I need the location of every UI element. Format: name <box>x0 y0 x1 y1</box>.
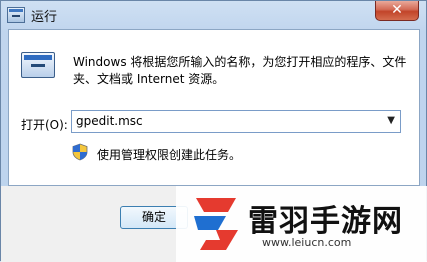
brand-logo-icon <box>194 198 238 250</box>
open-label: 打开(O): <box>21 118 68 132</box>
brand-url: www.leiucn.com <box>262 236 352 249</box>
site-watermark: 雷羽手游网 www.leiucn.com <box>176 186 427 262</box>
open-input-value[interactable]: gpedit.msc <box>76 114 143 128</box>
uac-shield-icon <box>72 143 88 161</box>
brand-name: 雷羽手游网 <box>248 204 403 239</box>
open-combobox[interactable]: gpedit.msc ▼ <box>71 110 401 133</box>
admin-privilege-note: 使用管理权限创建此任务。 <box>97 148 242 162</box>
run-dialog: 运行 ✕ Windows 将根据您所输入的名称，为您打开相应的程序、文件夹、文档… <box>0 0 427 262</box>
run-app-icon <box>7 7 25 23</box>
chevron-down-icon[interactable]: ▼ <box>387 115 395 126</box>
title-bar[interactable]: 运行 ✕ <box>1 1 426 29</box>
window-title: 运行 <box>31 10 58 25</box>
dialog-description: Windows 将根据您所输入的名称，为您打开相应的程序、文件夹、文档或 Int… <box>73 55 407 86</box>
run-program-icon <box>21 52 55 78</box>
dialog-body: Windows 将根据您所输入的名称，为您打开相应的程序、文件夹、文档或 Int… <box>8 29 420 186</box>
close-button[interactable]: ✕ <box>375 1 419 21</box>
